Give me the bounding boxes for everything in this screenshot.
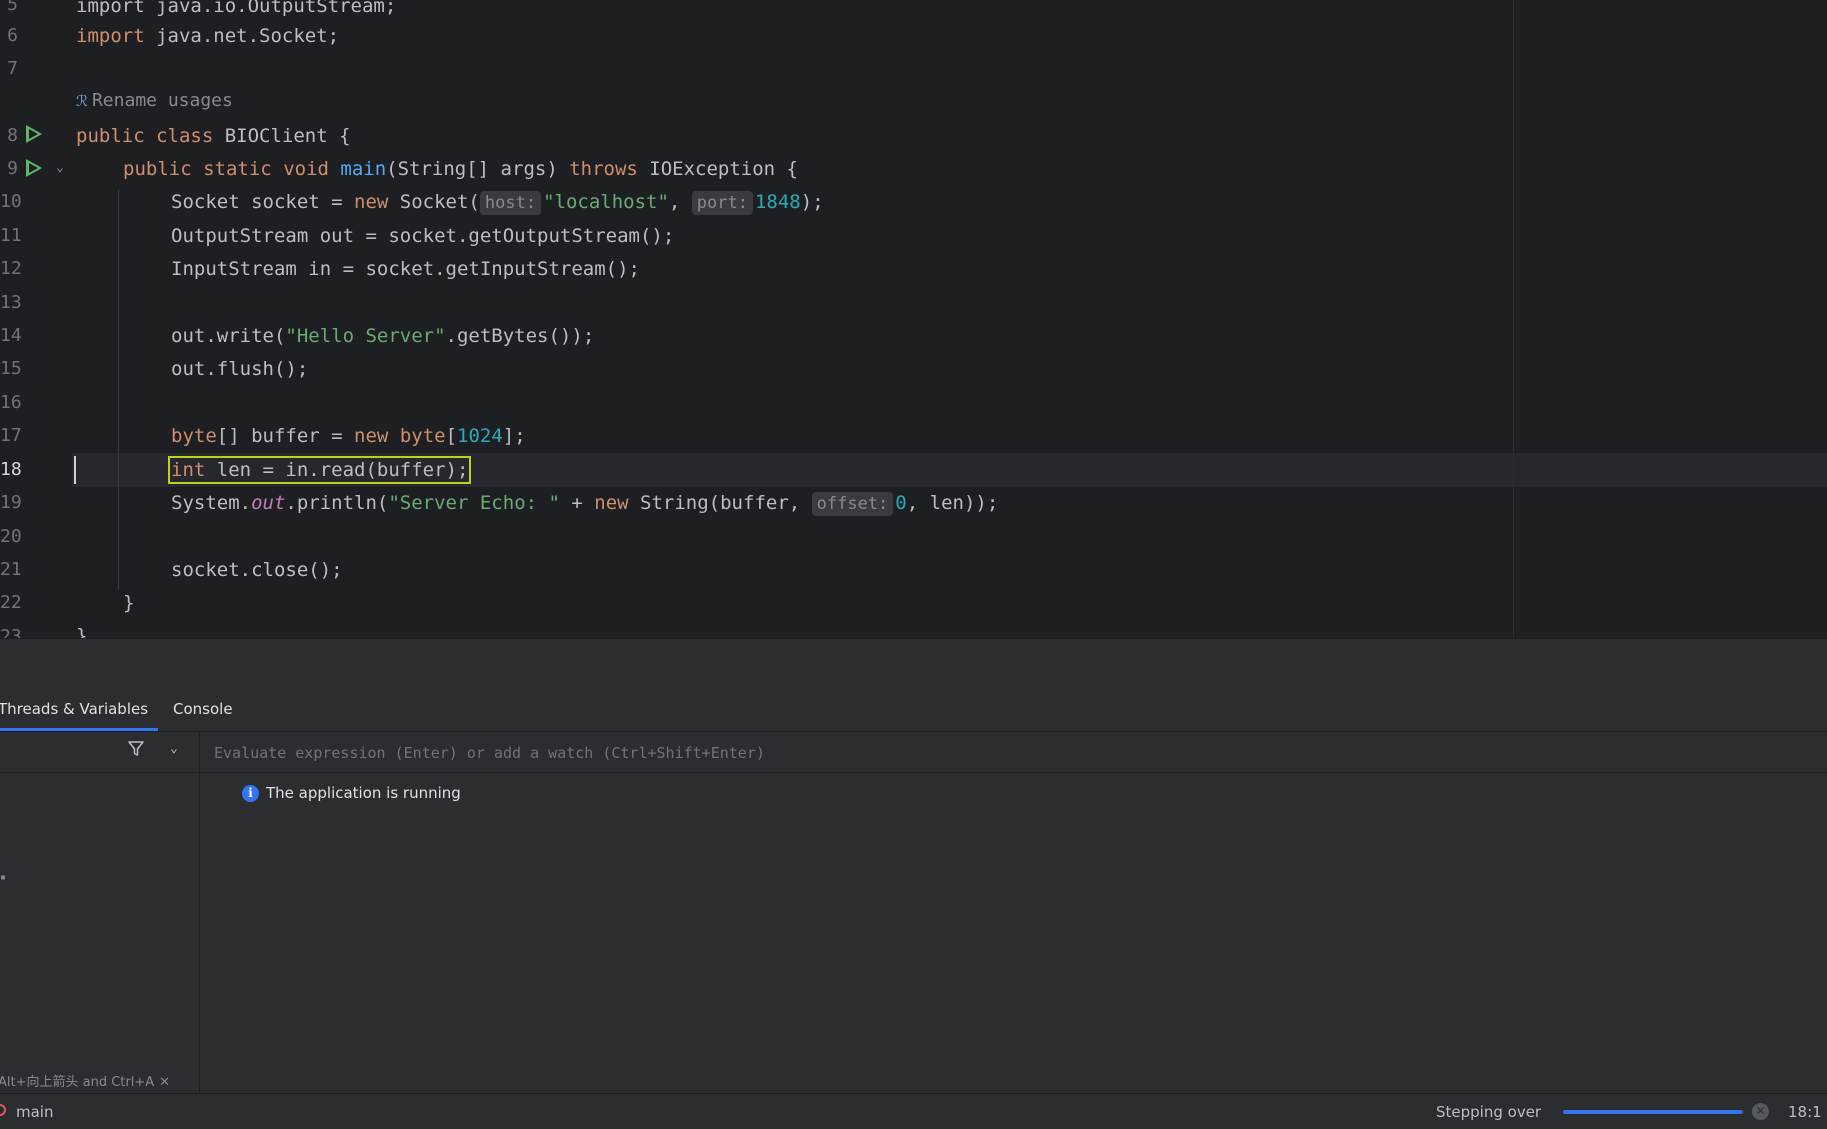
tab-threads-variables[interactable]: Threads & Variables bbox=[0, 700, 148, 718]
rename-usages-hint[interactable]: ℛ Rename usages bbox=[76, 90, 233, 111]
switch-frames-hint: Alt+向上箭头 and Ctrl+A ✕ bbox=[0, 1075, 171, 1090]
application-status-message: i The application is running bbox=[242, 784, 461, 802]
run-icon[interactable] bbox=[26, 125, 42, 143]
line-number[interactable]: 17 bbox=[0, 425, 22, 446]
code-line-12: InputStream in = socket.getInputStream()… bbox=[171, 258, 640, 280]
evaluate-expression-input[interactable] bbox=[212, 737, 1806, 769]
divider bbox=[0, 772, 199, 773]
line-number[interactable]: 10 bbox=[0, 191, 22, 212]
code-line-6: import java.net.Socket; bbox=[76, 25, 340, 47]
frame-marker: ▪ bbox=[0, 872, 7, 883]
line-number[interactable]: 11 bbox=[0, 225, 22, 246]
filter-icon[interactable] bbox=[127, 740, 145, 758]
close-icon[interactable]: ✕ bbox=[1752, 1103, 1769, 1120]
tab-console[interactable]: Console bbox=[173, 700, 233, 718]
chevron-down-icon[interactable]: ⌄ bbox=[170, 741, 178, 756]
code-line-9: public static void main(String[] args) t… bbox=[123, 158, 798, 180]
progress-bar bbox=[1563, 1110, 1744, 1114]
line-number[interactable]: 13 bbox=[0, 292, 22, 313]
info-icon: i bbox=[242, 784, 259, 802]
line-number[interactable]: 9 bbox=[0, 158, 18, 179]
status-bar: main Stepping over ✕ 18:1 bbox=[0, 1093, 1827, 1129]
parameter-hint-offset: offset: bbox=[811, 492, 894, 516]
frames-pane: ⌄ ▪ Alt+向上箭头 and Ctrl+A ✕ bbox=[0, 732, 200, 1093]
line-number[interactable]: 22 bbox=[0, 592, 22, 613]
text-caret bbox=[74, 456, 76, 484]
code-editor[interactable]: 5 6 7 8 9 10 11 12 13 14 15 16 17 18 19 … bbox=[0, 0, 1827, 638]
code-line-14: out.write("Hello Server".getBytes()); bbox=[171, 325, 595, 347]
debug-toolbar-area bbox=[0, 638, 1827, 689]
right-margin-guide bbox=[1513, 0, 1514, 638]
cursor-position[interactable]: 18:1 bbox=[1788, 1103, 1822, 1121]
gutter[interactable]: 5 6 7 8 9 10 11 12 13 14 15 16 17 18 19 … bbox=[0, 0, 72, 638]
active-tab-indicator bbox=[0, 728, 158, 731]
code-line-17: byte[] buffer = new byte[1024]; bbox=[171, 425, 526, 447]
line-number[interactable]: 21 bbox=[0, 559, 22, 580]
evaluate-expression-bar bbox=[200, 732, 1827, 773]
line-number[interactable]: 8 bbox=[0, 125, 18, 146]
line-number[interactable]: 7 bbox=[0, 58, 18, 79]
rename-icon: ℛ bbox=[76, 92, 88, 110]
parameter-hint-port: port: bbox=[691, 191, 753, 215]
execution-point-highlight: int len = in.read(buffer); bbox=[167, 456, 472, 484]
code-line-5: import java.io.OutputStream; bbox=[76, 0, 397, 17]
code-line-18: int len = in.read(buffer); bbox=[167, 456, 472, 484]
progress-fill bbox=[1563, 1110, 1743, 1114]
line-number[interactable]: 5 bbox=[0, 0, 18, 15]
run-icon[interactable] bbox=[26, 159, 42, 177]
code-line-11: OutputStream out = socket.getOutputStrea… bbox=[171, 225, 675, 247]
line-number[interactable]: 19 bbox=[0, 492, 22, 513]
close-icon[interactable]: ✕ bbox=[159, 1075, 170, 1090]
debug-tabs: Threads & Variables Console bbox=[0, 688, 1827, 732]
code-line-10: Socket socket = new Socket(host: "localho… bbox=[171, 191, 824, 215]
code-line-21: socket.close(); bbox=[171, 559, 343, 581]
progress-label: Stepping over bbox=[1436, 1103, 1542, 1121]
code-line-8: public class BIOClient { bbox=[76, 125, 351, 147]
line-number[interactable]: 20 bbox=[0, 526, 22, 547]
variables-pane: i The application is running bbox=[200, 773, 1827, 1093]
branch-label[interactable]: main bbox=[16, 1103, 53, 1121]
line-number[interactable]: 16 bbox=[0, 392, 22, 413]
line-number[interactable]: 15 bbox=[0, 358, 22, 379]
code-line-15: out.flush(); bbox=[171, 358, 309, 380]
line-number[interactable]: 14 bbox=[0, 325, 22, 346]
indent-guide bbox=[118, 190, 119, 590]
chevron-down-icon[interactable]: ⌄ bbox=[56, 160, 64, 175]
line-number[interactable]: 12 bbox=[0, 258, 22, 279]
code-line-19: System.out.println("Server Echo: " + new… bbox=[171, 492, 999, 516]
code-line-23: } bbox=[76, 625, 88, 638]
line-number-current[interactable]: 18 bbox=[0, 459, 22, 480]
parameter-hint-host: host: bbox=[479, 191, 542, 215]
code-line-22: } bbox=[123, 592, 135, 614]
line-number[interactable]: 6 bbox=[0, 25, 18, 46]
line-number[interactable]: 23 bbox=[0, 626, 22, 638]
branch-icon bbox=[0, 1104, 6, 1116]
